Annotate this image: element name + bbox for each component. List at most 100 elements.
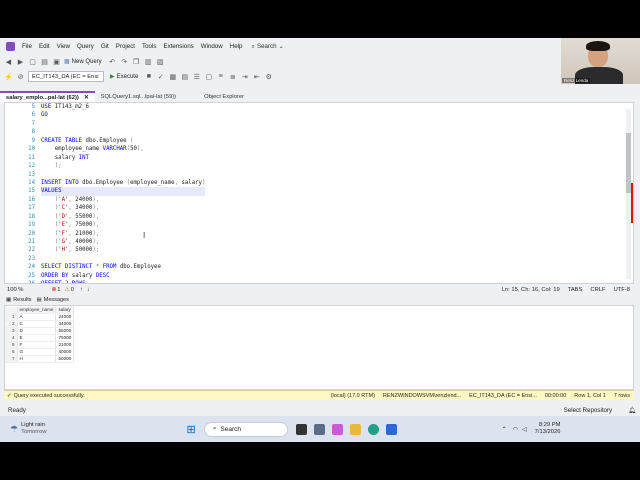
weather-widget[interactable]: Light rain Tomorrow [21, 422, 46, 436]
row-number[interactable]: 1 [5, 313, 18, 321]
forward-icon[interactable]: ▶ [16, 57, 25, 66]
tab-salary-employee[interactable]: salary_emplo...pal-lat (62)) ✕ [0, 91, 95, 102]
code-line[interactable] [41, 120, 205, 128]
menu-window[interactable]: Window [201, 43, 223, 50]
undo-icon[interactable]: ↶ [108, 57, 117, 66]
comment-icon[interactable]: ≡ [216, 72, 225, 81]
table-cell[interactable]: 75000 [55, 334, 75, 342]
code-line[interactable]: ORDER BY salary DESC [41, 272, 205, 280]
bell-icon[interactable]: 🔔︎ [628, 406, 636, 414]
query-editor[interactable]: 567891011121314151617181920212223242526 … [4, 102, 634, 284]
tab-object-explorer[interactable]: Object Explorer [198, 91, 250, 102]
indent-icon[interactable]: ⇥ [240, 72, 249, 81]
tab-sqlquery1[interactable]: SQLQuery1.sql...lpal-lat (59)) [95, 91, 182, 102]
encoding[interactable]: UTF-8 [614, 287, 630, 293]
taskbar-clock[interactable]: 8:29 PM 7/13/2026 [535, 422, 561, 436]
table-cell[interactable]: E [17, 334, 57, 342]
menu-git[interactable]: Git [101, 43, 109, 50]
copy-icon[interactable]: ❐ [132, 57, 141, 66]
tab-results[interactable]: Results [13, 297, 31, 303]
zoom-level[interactable]: 100 % [7, 287, 23, 293]
row-number[interactable]: 7 [5, 355, 18, 363]
table-cell[interactable]: A [17, 313, 57, 321]
menu-project[interactable]: Project [116, 43, 135, 50]
line-ending[interactable]: CRLF [590, 287, 605, 293]
code-line[interactable]: CREATE TABLE dbo.Employee ( [41, 137, 205, 145]
table-cell[interactable]: 34000 [55, 320, 75, 328]
code-line[interactable]: GO [41, 111, 205, 119]
new-query-button[interactable]: ▦ New Query [64, 58, 102, 66]
row-number[interactable]: 6 [5, 348, 18, 356]
table-row[interactable]: 4 E 75000 [5, 334, 75, 342]
search-menu[interactable]: ⌕ Search ⌄ [252, 43, 284, 51]
code-line[interactable]: ('G', 40000), [41, 238, 205, 246]
table-cell[interactable]: H [17, 355, 57, 363]
parse-check-icon[interactable]: ✓ [156, 72, 165, 81]
table-cell[interactable]: D [17, 327, 57, 335]
new-file-icon[interactable]: ▢ [28, 57, 37, 66]
copilot-icon[interactable] [331, 423, 343, 435]
table-cell[interactable]: 40000 [55, 348, 75, 356]
menu-edit[interactable]: Edit [39, 43, 50, 50]
results-grid[interactable]: employee_name salary 1 A 24000 2 C 34000 3 D 550… [4, 305, 634, 390]
volume-icon[interactable]: ◁ [522, 426, 527, 433]
back-icon[interactable]: ◀ [4, 57, 13, 66]
edge-icon[interactable] [367, 423, 379, 435]
file-explorer-icon[interactable] [349, 423, 361, 435]
table-row[interactable]: 7 H 50000 [5, 355, 75, 363]
toolbox-icon[interactable]: ▧ [156, 57, 165, 66]
select-repository[interactable]: Select Repository [564, 407, 613, 414]
close-icon[interactable]: ✕ [84, 95, 89, 101]
stop-icon[interactable]: ■ [144, 72, 153, 81]
ssms-taskbar-icon[interactable] [313, 423, 325, 435]
open-folder-icon[interactable]: ▤ [40, 57, 49, 66]
code-line[interactable] [41, 255, 205, 263]
database-selector[interactable]: EC_IT143_DA (EC = Ensi [28, 71, 104, 82]
outlook-icon[interactable] [385, 423, 397, 435]
results-table[interactable]: employee_name salary 1 A 24000 2 C 34000 3 D 550… [5, 307, 75, 363]
column-header[interactable]: employee_name [17, 307, 57, 314]
code-line[interactable]: ('C', 34000), [41, 204, 205, 212]
execute-button[interactable]: ▶ Execute [110, 73, 138, 81]
plan-icon[interactable]: ▦ [168, 72, 177, 81]
row-number[interactable]: 4 [5, 334, 18, 342]
row-number[interactable]: 3 [5, 327, 18, 335]
code-line[interactable]: employee_name VARCHAR(50), [41, 145, 205, 153]
outdent-icon[interactable]: ⇤ [252, 72, 261, 81]
code-line[interactable]: USE IT143_m2_6 [41, 103, 205, 111]
arrow-down-icon[interactable]: ↓ [87, 287, 90, 293]
results-grid-icon[interactable]: ▤ [180, 72, 189, 81]
indent-mode[interactable]: TABS [568, 287, 583, 293]
tab-messages[interactable]: Messages [44, 297, 69, 303]
menu-query[interactable]: Query [77, 43, 94, 50]
table-row[interactable]: 6 G 40000 [5, 348, 75, 356]
taskbar-search[interactable]: ⌕ Search [203, 421, 288, 437]
tray-chevron-icon[interactable]: ⌃ [502, 426, 507, 433]
table-cell[interactable]: 55000 [55, 327, 75, 335]
code-line[interactable]: ('H', 50000); [41, 246, 205, 254]
redo-icon[interactable]: ↷ [120, 57, 129, 66]
uncomment-icon[interactable]: ≣ [228, 72, 237, 81]
code-line[interactable]: salary INT [41, 154, 205, 162]
task-view-icon[interactable] [295, 423, 307, 435]
code-line[interactable]: ('F', 21000), [41, 230, 205, 238]
table-cell[interactable]: 50000 [55, 355, 75, 363]
table-cell[interactable]: G [17, 348, 57, 356]
save-icon[interactable]: ▣ [52, 57, 61, 66]
table-cell[interactable]: 24000 [55, 313, 75, 321]
code-line[interactable]: ('D', 55000), [41, 213, 205, 221]
menu-help[interactable]: Help [230, 43, 243, 50]
connect-icon[interactable]: ⚡ [4, 72, 13, 81]
menu-tools[interactable]: Tools [142, 43, 156, 50]
menu-view[interactable]: View [57, 43, 70, 50]
row-number[interactable]: 5 [5, 341, 18, 349]
table-cell[interactable]: C [17, 320, 57, 328]
table-row[interactable]: 3 D 55000 [5, 327, 75, 335]
table-row[interactable]: 1 A 24000 [5, 313, 75, 321]
code-line[interactable]: ('A', 24000), [41, 196, 205, 204]
results-file-icon[interactable]: ▢ [204, 72, 213, 81]
code-line[interactable]: SELECT DISTINCT * FROM dbo.Employee [41, 263, 205, 271]
table-row[interactable]: 5 F 21000 [5, 341, 75, 349]
wifi-icon[interactable]: ◠ [513, 426, 518, 433]
arrow-up-icon[interactable]: ↑ [80, 287, 83, 293]
